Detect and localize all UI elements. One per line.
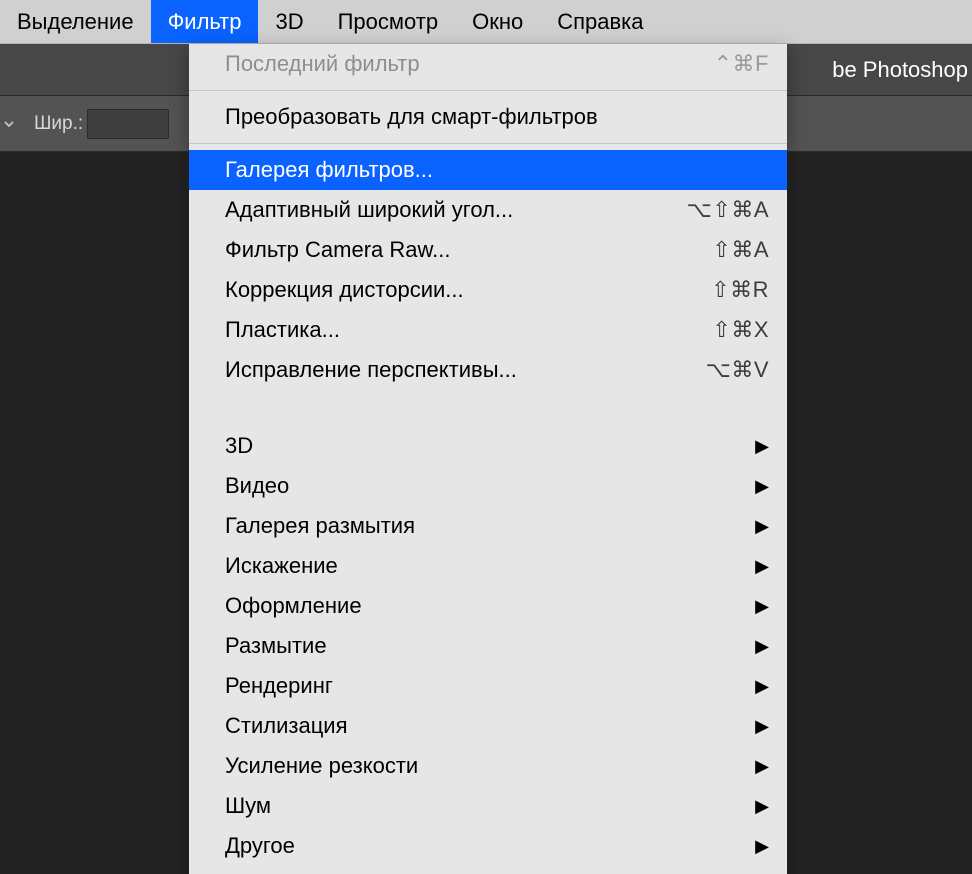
submenu-sharpen[interactable]: Усиление резкости ▶ (189, 746, 787, 786)
menu-item-vanishing-point[interactable]: Исправление перспективы... ⌥⌘V (189, 350, 787, 390)
menu-view[interactable]: Просмотр (321, 0, 455, 43)
app-name: be Photoshop (832, 44, 972, 96)
menu-item-shortcut: ⇧⌘R (711, 277, 769, 303)
menu-item-label: Размытие (225, 633, 747, 659)
menu-window[interactable]: Окно (455, 0, 540, 43)
menu-item-shortcut: ⇧⌘A (712, 237, 769, 263)
menu-item-label: Видео (225, 473, 747, 499)
menu-item-shortcut: ⇧⌘X (712, 317, 769, 343)
menu-item-label: Стилизация (225, 713, 747, 739)
submenu-blur-gallery[interactable]: Галерея размытия ▶ (189, 506, 787, 546)
menu-item-label: Адаптивный широкий угол... (225, 197, 687, 223)
menu-help[interactable]: Справка (540, 0, 660, 43)
submenu-arrow-icon: ▶ (755, 676, 769, 697)
menu-item-filter-gallery[interactable]: Галерея фильтров... (189, 150, 787, 190)
menu-item-label: Шум (225, 793, 747, 819)
submenu-pixelate[interactable]: Оформление ▶ (189, 586, 787, 626)
submenu-3d[interactable]: 3D ▶ (189, 426, 787, 466)
submenu-noise[interactable]: Шум ▶ (189, 786, 787, 826)
menu-label: Выделение (17, 9, 134, 35)
submenu-render[interactable]: Рендеринг ▶ (189, 666, 787, 706)
submenu-arrow-icon: ▶ (755, 556, 769, 577)
width-input[interactable] (87, 109, 169, 139)
submenu-arrow-icon: ▶ (755, 836, 769, 857)
menu-label: 3D (275, 9, 303, 35)
menu-item-camera-raw[interactable]: Фильтр Camera Raw... ⇧⌘A (189, 230, 787, 270)
menu-item-adaptive[interactable]: Адаптивный широкий угол... ⌥⇧⌘A (189, 190, 787, 230)
width-label: Шир.: (34, 113, 83, 135)
menu-item-shortcut: ⌃⌘F (714, 51, 769, 77)
menu-label: Фильтр (168, 9, 242, 35)
menu-item-label: Рендеринг (225, 673, 747, 699)
menu-item-label: Исправление перспективы... (225, 357, 705, 383)
submenu-video[interactable]: Видео ▶ (189, 466, 787, 506)
submenu-arrow-icon: ▶ (755, 436, 769, 457)
filter-menu: Последний фильтр ⌃⌘F Преобразовать для с… (189, 44, 787, 874)
menu-separator (189, 143, 787, 144)
menu-selection[interactable]: Выделение (0, 0, 151, 43)
submenu-arrow-icon: ▶ (755, 636, 769, 657)
menu-item-label: Коррекция дисторсии... (225, 277, 711, 303)
submenu-arrow-icon: ▶ (755, 476, 769, 497)
menu-item-lens-correction[interactable]: Коррекция дисторсии... ⇧⌘R (189, 270, 787, 310)
menu-gap (189, 390, 787, 426)
menu-label: Окно (472, 9, 523, 35)
menu-label: Просмотр (338, 9, 438, 35)
menu-item-label: Оформление (225, 593, 747, 619)
menu-separator (189, 90, 787, 91)
menu-item-shortcut: ⌥⌘V (705, 357, 769, 383)
menu-item-last-filter: Последний фильтр ⌃⌘F (189, 44, 787, 84)
submenu-other[interactable]: Другое ▶ (189, 826, 787, 866)
submenu-arrow-icon: ▶ (755, 716, 769, 737)
menu-item-label: Преобразовать для смарт-фильтров (225, 104, 769, 130)
menu-label: Справка (557, 9, 643, 35)
submenu-stylize[interactable]: Стилизация ▶ (189, 706, 787, 746)
menu-item-label: Последний фильтр (225, 51, 714, 77)
submenu-blur[interactable]: Размытие ▶ (189, 626, 787, 666)
submenu-arrow-icon: ▶ (755, 796, 769, 817)
menu-item-label: Искажение (225, 553, 747, 579)
menu-filter[interactable]: Фильтр (151, 0, 259, 43)
menu-item-label: Пластика... (225, 317, 712, 343)
submenu-arrow-icon: ▶ (755, 756, 769, 777)
menu-item-label: Фильтр Camera Raw... (225, 237, 712, 263)
submenu-arrow-icon: ▶ (755, 516, 769, 537)
menu-item-label: Другое (225, 833, 747, 859)
menu-item-label: Усиление резкости (225, 753, 747, 779)
menu-item-label: 3D (225, 433, 747, 459)
menu-item-shortcut: ⌥⇧⌘A (687, 197, 769, 223)
menu-item-label: Галерея размытия (225, 513, 747, 539)
menu-item-label: Галерея фильтров... (225, 157, 769, 183)
menubar: Выделение Фильтр 3D Просмотр Окно Справк… (0, 0, 972, 44)
chevron-down-icon[interactable] (0, 96, 18, 152)
menu-3d[interactable]: 3D (258, 0, 320, 43)
menu-item-liquify[interactable]: Пластика... ⇧⌘X (189, 310, 787, 350)
submenu-distort[interactable]: Искажение ▶ (189, 546, 787, 586)
menu-item-convert-smart[interactable]: Преобразовать для смарт-фильтров (189, 97, 787, 137)
submenu-arrow-icon: ▶ (755, 596, 769, 617)
